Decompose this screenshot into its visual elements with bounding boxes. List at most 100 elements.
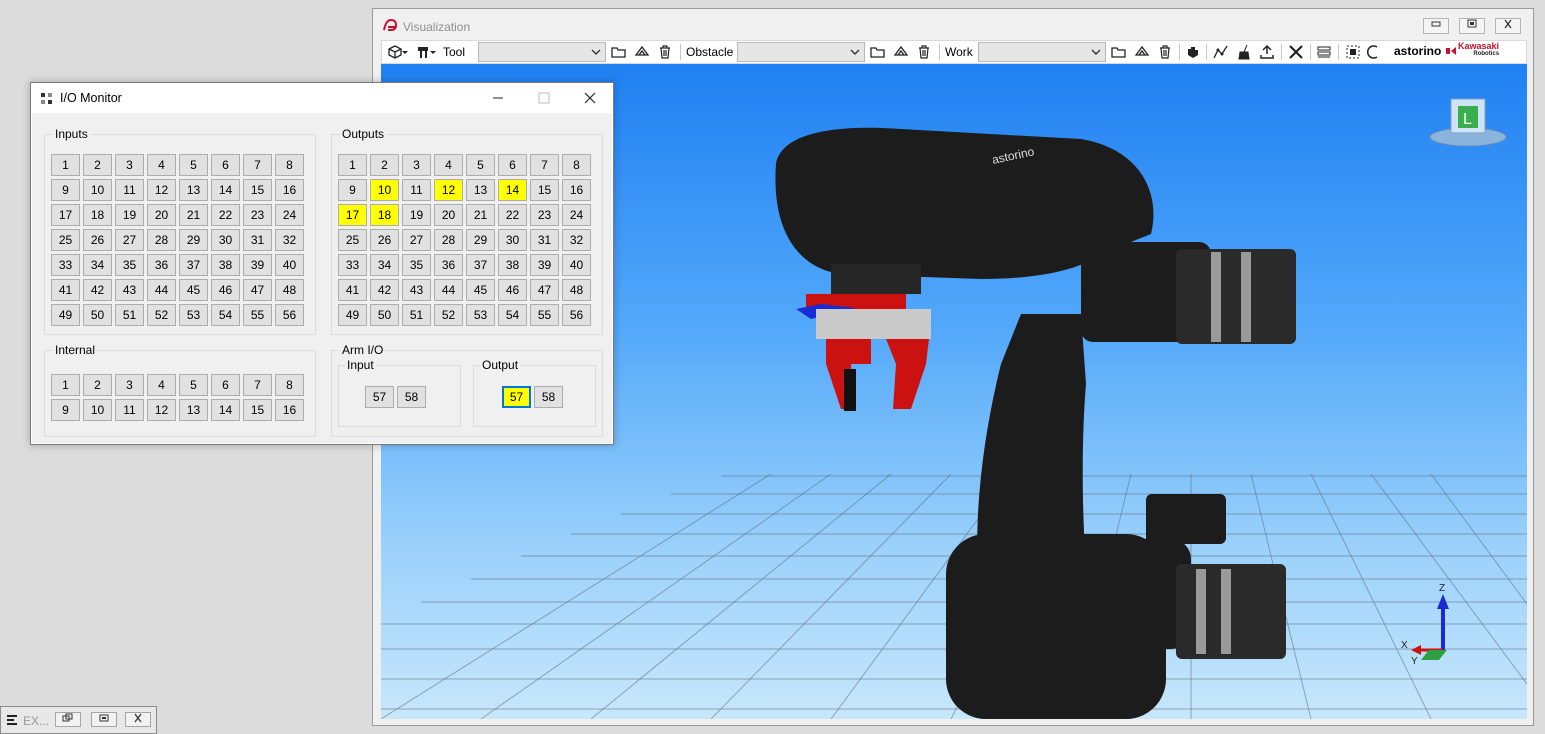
output-24-button[interactable]: 24 — [562, 204, 591, 226]
close-icon[interactable] — [581, 89, 599, 107]
open-folder-icon[interactable] — [610, 43, 628, 61]
work-select[interactable] — [978, 42, 1106, 62]
part-icon[interactable] — [1133, 43, 1151, 61]
output-30-button[interactable]: 30 — [498, 229, 527, 251]
maximize-button[interactable] — [91, 712, 117, 727]
output-12-button[interactable]: 12 — [434, 179, 463, 201]
input-51-button[interactable]: 51 — [115, 304, 144, 326]
restore-button[interactable] — [1459, 18, 1485, 34]
internal-15-button[interactable]: 15 — [243, 399, 272, 421]
output-44-button[interactable]: 44 — [434, 279, 463, 301]
obstacle-select[interactable] — [737, 42, 865, 62]
input-48-button[interactable]: 48 — [275, 279, 304, 301]
input-31-button[interactable]: 31 — [243, 229, 272, 251]
delete-icon[interactable] — [915, 43, 933, 61]
minimize-icon[interactable] — [489, 89, 507, 107]
input-5-button[interactable]: 5 — [179, 154, 208, 176]
frame-select-icon[interactable] — [1344, 43, 1362, 61]
internal-1-button[interactable]: 1 — [51, 374, 80, 396]
internal-14-button[interactable]: 14 — [211, 399, 240, 421]
output-28-button[interactable]: 28 — [434, 229, 463, 251]
open-folder-icon[interactable] — [1110, 43, 1128, 61]
output-33-button[interactable]: 33 — [338, 254, 367, 276]
io-monitor-titlebar[interactable]: I/O Monitor — [31, 83, 613, 113]
input-8-button[interactable]: 8 — [275, 154, 304, 176]
input-7-button[interactable]: 7 — [243, 154, 272, 176]
open-folder-icon[interactable] — [869, 43, 887, 61]
internal-11-button[interactable]: 11 — [115, 399, 144, 421]
input-55-button[interactable]: 55 — [243, 304, 272, 326]
input-27-button[interactable]: 27 — [115, 229, 144, 251]
input-23-button[interactable]: 23 — [243, 204, 272, 226]
internal-10-button[interactable]: 10 — [83, 399, 112, 421]
input-42-button[interactable]: 42 — [83, 279, 112, 301]
output-40-button[interactable]: 40 — [562, 254, 591, 276]
internal-8-button[interactable]: 8 — [275, 374, 304, 396]
output-16-button[interactable]: 16 — [562, 179, 591, 201]
input-3-button[interactable]: 3 — [115, 154, 144, 176]
input-41-button[interactable]: 41 — [51, 279, 80, 301]
input-53-button[interactable]: 53 — [179, 304, 208, 326]
input-29-button[interactable]: 29 — [179, 229, 208, 251]
input-40-button[interactable]: 40 — [275, 254, 304, 276]
output-20-button[interactable]: 20 — [434, 204, 463, 226]
input-22-button[interactable]: 22 — [211, 204, 240, 226]
output-37-button[interactable]: 37 — [466, 254, 495, 276]
input-39-button[interactable]: 39 — [243, 254, 272, 276]
output-23-button[interactable]: 23 — [530, 204, 559, 226]
output-1-button[interactable]: 1 — [338, 154, 367, 176]
input-46-button[interactable]: 46 — [211, 279, 240, 301]
output-11-button[interactable]: 11 — [402, 179, 431, 201]
input-54-button[interactable]: 54 — [211, 304, 240, 326]
output-46-button[interactable]: 46 — [498, 279, 527, 301]
visualization-titlebar[interactable]: Visualization — [373, 9, 1533, 39]
output-54-button[interactable]: 54 — [498, 304, 527, 326]
io-panel-icon[interactable] — [1315, 43, 1333, 61]
trajectory-icon[interactable] — [1212, 43, 1230, 61]
input-10-button[interactable]: 10 — [83, 179, 112, 201]
input-52-button[interactable]: 52 — [147, 304, 176, 326]
input-6-button[interactable]: 6 — [211, 154, 240, 176]
output-48-button[interactable]: 48 — [562, 279, 591, 301]
input-26-button[interactable]: 26 — [83, 229, 112, 251]
output-39-button[interactable]: 39 — [530, 254, 559, 276]
internal-2-button[interactable]: 2 — [83, 374, 112, 396]
rotate-icon[interactable] — [1364, 43, 1382, 61]
output-17-button[interactable]: 17 — [338, 204, 367, 226]
output-7-button[interactable]: 7 — [530, 154, 559, 176]
output-19-button[interactable]: 19 — [402, 204, 431, 226]
input-2-button[interactable]: 2 — [83, 154, 112, 176]
output-25-button[interactable]: 25 — [338, 229, 367, 251]
output-53-button[interactable]: 53 — [466, 304, 495, 326]
delete-icon[interactable] — [656, 43, 674, 61]
input-16-button[interactable]: 16 — [275, 179, 304, 201]
input-19-button[interactable]: 19 — [115, 204, 144, 226]
output-43-button[interactable]: 43 — [402, 279, 431, 301]
input-28-button[interactable]: 28 — [147, 229, 176, 251]
output-42-button[interactable]: 42 — [370, 279, 399, 301]
output-49-button[interactable]: 49 — [338, 304, 367, 326]
tool-select[interactable] — [478, 42, 606, 62]
input-35-button[interactable]: 35 — [115, 254, 144, 276]
arm-input-58-button[interactable]: 58 — [397, 386, 426, 408]
output-6-button[interactable]: 6 — [498, 154, 527, 176]
output-13-button[interactable]: 13 — [466, 179, 495, 201]
dropdown-arrow-icon[interactable] — [429, 43, 437, 61]
output-55-button[interactable]: 55 — [530, 304, 559, 326]
input-47-button[interactable]: 47 — [243, 279, 272, 301]
input-24-button[interactable]: 24 — [275, 204, 304, 226]
output-14-button[interactable]: 14 — [498, 179, 527, 201]
output-9-button[interactable]: 9 — [338, 179, 367, 201]
output-4-button[interactable]: 4 — [434, 154, 463, 176]
input-43-button[interactable]: 43 — [115, 279, 144, 301]
input-1-button[interactable]: 1 — [51, 154, 80, 176]
input-15-button[interactable]: 15 — [243, 179, 272, 201]
clean-broom-icon[interactable] — [1235, 43, 1253, 61]
output-36-button[interactable]: 36 — [434, 254, 463, 276]
internal-12-button[interactable]: 12 — [147, 399, 176, 421]
output-38-button[interactable]: 38 — [498, 254, 527, 276]
output-18-button[interactable]: 18 — [370, 204, 399, 226]
close-button[interactable] — [125, 712, 151, 727]
internal-3-button[interactable]: 3 — [115, 374, 144, 396]
output-35-button[interactable]: 35 — [402, 254, 431, 276]
